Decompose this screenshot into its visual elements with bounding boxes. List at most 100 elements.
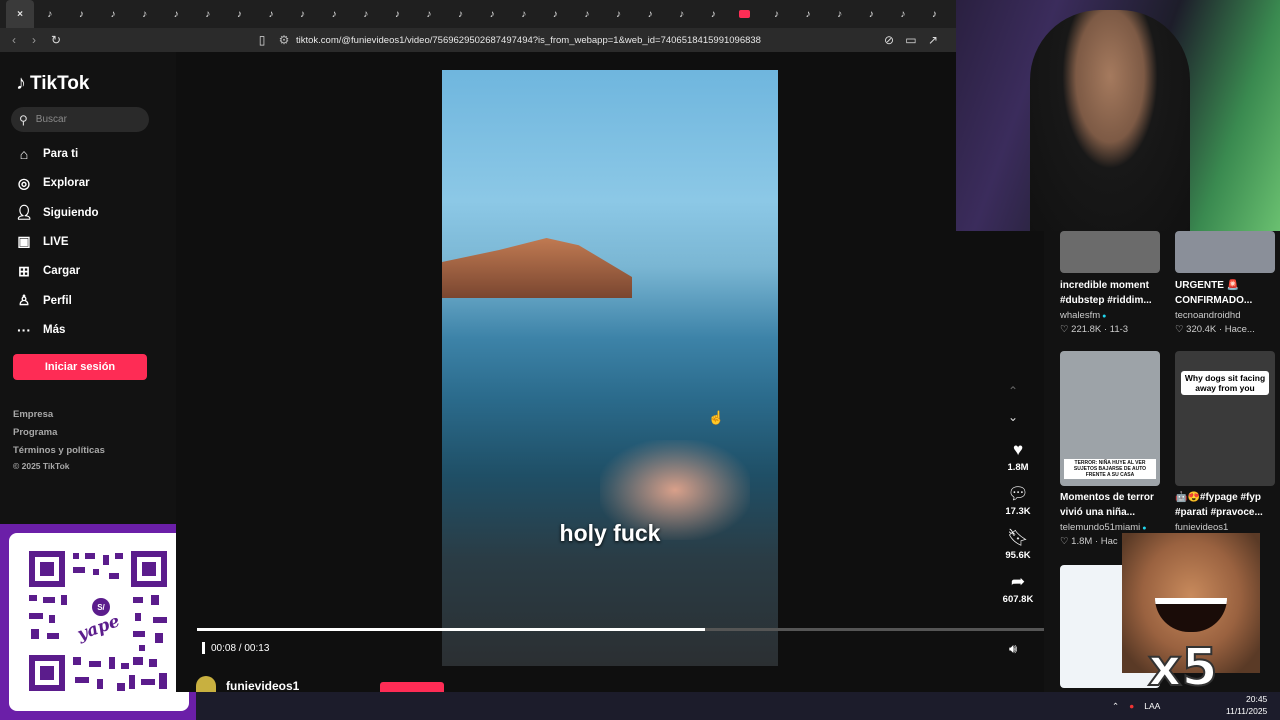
follow-button[interactable] — [380, 682, 444, 692]
browser-tab[interactable]: ♪ — [382, 0, 414, 28]
sidebar-item-perfil[interactable]: ♙ Perfil — [15, 290, 165, 312]
tiktok-favicon-icon: ♪ — [710, 8, 716, 20]
bookmark-icon[interactable]: ▯ — [254, 33, 270, 47]
browser-tab[interactable]: ♪ — [192, 0, 224, 28]
forward-icon[interactable]: › — [26, 33, 42, 47]
browser-tab[interactable]: ♪ — [540, 0, 572, 28]
browser-tab[interactable]: ♪ — [508, 0, 540, 28]
browser-tab[interactable]: ♪ — [824, 0, 856, 28]
thumbnail-overlay-text: TERROR: NIÑA HUYE AL VER SUJETOS BAJARSE… — [1064, 459, 1156, 479]
save-button[interactable]: 🔖︎ 95.6K — [996, 528, 1040, 561]
author-name[interactable]: funievideos1 — [226, 679, 299, 693]
tiktok-favicon-icon: ♪ — [78, 8, 84, 20]
search-input[interactable]: ⚲ Buscar — [11, 107, 149, 132]
sidebar-item-más[interactable]: ··· Más — [15, 319, 165, 341]
eye-off-icon[interactable]: ⊘ — [881, 33, 897, 47]
sidebar-item-live[interactable]: ▣ LIVE — [15, 231, 165, 253]
post-date: Hace... — [1224, 324, 1255, 335]
browser-tab[interactable]: ♪ — [129, 0, 161, 28]
browser-tab[interactable] — [729, 0, 761, 28]
browser-tab[interactable]: ♪ — [476, 0, 508, 28]
site-info-icon[interactable]: ⚙ — [276, 33, 292, 47]
tray-app-icon[interactable]: ● — [1129, 701, 1134, 711]
browser-tab[interactable]: ♪ — [255, 0, 287, 28]
tray-chevron-icon[interactable]: ⌃ — [1112, 701, 1119, 712]
video-title[interactable]: 🤖😍#fypage #fyp #parati #pravoce... — [1175, 490, 1280, 520]
sidebar-item-label: Siguiendo — [43, 206, 99, 219]
back-icon[interactable]: ‹ — [6, 33, 22, 47]
browser-tab[interactable]: ♪ — [350, 0, 382, 28]
footer-link-programa[interactable]: Programa — [13, 427, 57, 438]
home-icon: ⌂ — [19, 146, 29, 162]
sidebar-item-para-ti[interactable]: ⌂ Para ti — [15, 143, 165, 165]
video-author[interactable]: tecnoandroidhd — [1175, 310, 1241, 321]
cast-icon[interactable]: ▭ — [903, 33, 919, 47]
browser-tab[interactable]: ♪ — [97, 0, 129, 28]
footer-link-terms[interactable]: Términos y políticas — [13, 445, 105, 456]
like-count: 1.8M — [1007, 462, 1029, 473]
browser-tab[interactable]: ♪ — [287, 0, 319, 28]
video-title[interactable]: URGENTE 🚨 CONFIRMADO... — [1175, 278, 1280, 308]
clock-date: 11/11/2025 — [1226, 706, 1268, 716]
next-video-icon[interactable]: ⌄ — [1008, 410, 1018, 424]
browser-tab[interactable]: ♪ — [792, 0, 824, 28]
browser-tab[interactable]: ♪ — [666, 0, 698, 28]
url-text[interactable]: tiktok.com/@funievideos1/video/756962950… — [296, 35, 761, 46]
volume-icon[interactable]: 🔊︎ — [1009, 641, 1017, 657]
video-title[interactable]: Momentos de terror vivió una niña... — [1060, 490, 1168, 520]
browser-tab[interactable]: ♪ — [34, 0, 66, 28]
previous-video-icon[interactable]: ⌃ — [1008, 384, 1018, 398]
tiktok-favicon-icon: ♪ — [142, 8, 148, 20]
comment-icon: 💬︎ — [1007, 484, 1029, 503]
browser-tab-close[interactable]: × — [6, 0, 34, 28]
tiktok-logo[interactable]: ♪ TikTok — [16, 72, 89, 95]
sidebar-item-label: Cargar — [43, 265, 81, 278]
tiktok-favicon-icon: ♪ — [489, 8, 495, 20]
browser-tab[interactable]: ♪ — [571, 0, 603, 28]
browser-tab[interactable]: ♪ — [445, 0, 477, 28]
browser-tab[interactable]: ♪ — [160, 0, 192, 28]
reload-icon[interactable]: ↻ — [48, 33, 64, 47]
browser-tab[interactable]: ♪ — [855, 0, 887, 28]
share-button[interactable]: ➦ 607.8K — [996, 572, 1040, 605]
video-thumbnail[interactable] — [1060, 231, 1160, 273]
sidebar-item-cargar[interactable]: ⊞ Cargar — [15, 260, 165, 282]
video-author[interactable]: telemundo51miami ● — [1060, 522, 1146, 533]
browser-tab[interactable]: ♪ — [761, 0, 793, 28]
tiktok-favicon-icon: ♪ — [615, 8, 621, 20]
video-thumbnail[interactable]: Why dogs sit facing away from you — [1175, 351, 1275, 486]
browser-tab[interactable]: ♪ — [919, 0, 951, 28]
browser-tab[interactable]: ♪ — [603, 0, 635, 28]
browser-toolbar: ‹ › ↻ ▯ ⚙ tiktok.com/@funievideos1/video… — [0, 28, 956, 52]
video-author[interactable]: funievideos1 — [1175, 522, 1228, 533]
comment-button[interactable]: 💬︎ 17.3K — [996, 484, 1040, 517]
browser-tab[interactable]: ♪ — [634, 0, 666, 28]
video-title[interactable]: incredible moment #dubstep #riddim... — [1060, 278, 1168, 308]
author-avatar[interactable] — [196, 676, 216, 692]
login-button[interactable]: Iniciar sesión — [13, 354, 147, 380]
video-player[interactable] — [442, 70, 778, 666]
search-placeholder: Buscar — [35, 114, 67, 125]
tiktok-favicon-icon: ♪ — [837, 8, 843, 20]
sidebar-item-explorar[interactable]: ◎ Explorar — [15, 172, 165, 194]
browser-tab[interactable]: ♪ — [318, 0, 350, 28]
browser-tab[interactable]: ♪ — [66, 0, 98, 28]
browser-tab[interactable]: ♪ — [413, 0, 445, 28]
browser-tab[interactable]: ♪ — [224, 0, 256, 28]
sidebar-item-label: Más — [43, 323, 66, 336]
sidebar-item-siguiendo[interactable]: 👤︎ Siguiendo — [15, 202, 165, 224]
like-button[interactable]: ♥ 1.8M — [996, 440, 1040, 473]
tiktok-favicon-icon: ♪ — [552, 8, 558, 20]
video-thumbnail[interactable]: TERROR: NIÑA HUYE AL VER SUJETOS BAJARSE… — [1060, 351, 1160, 486]
language-indicator[interactable]: LAA — [1144, 701, 1160, 711]
share-icon[interactable]: ↗ — [925, 33, 941, 47]
copyright: © 2025 TikTok — [13, 461, 70, 471]
video-author[interactable]: whalesfm ● — [1060, 310, 1106, 321]
browser-tab[interactable]: ♪ — [887, 0, 919, 28]
browser-tab[interactable]: ♪ — [697, 0, 729, 28]
footer-link-empresa[interactable]: Empresa — [13, 409, 53, 420]
share-arrow-icon: ➦ — [1010, 572, 1026, 591]
taskbar-clock[interactable]: 20:45 11/11/2025 — [1226, 693, 1267, 717]
verified-icon: ● — [1140, 525, 1147, 532]
video-thumbnail[interactable] — [1175, 231, 1275, 273]
